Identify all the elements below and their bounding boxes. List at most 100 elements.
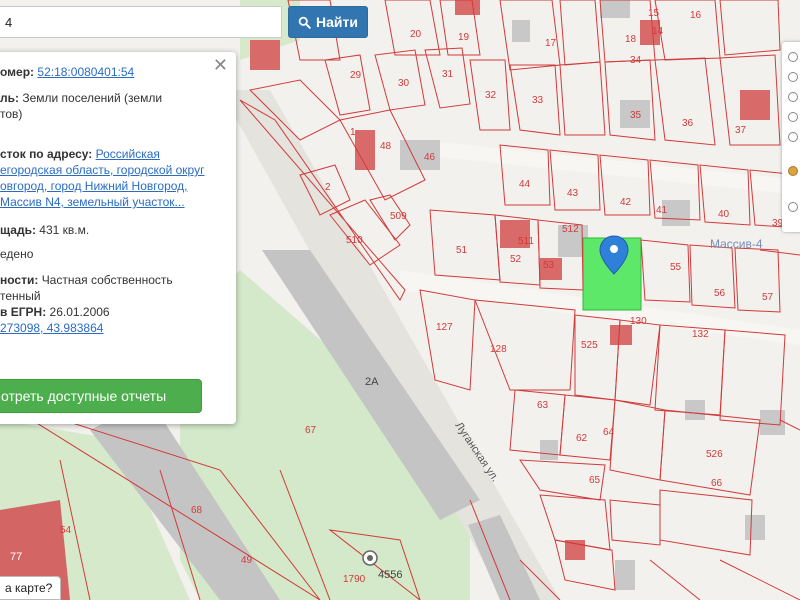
area-value: 431 кв.м. <box>39 223 90 237</box>
parcel-number-label: 51 <box>456 245 468 256</box>
parcel-number-label: 55 <box>670 262 682 273</box>
parcel-number-label: 132 <box>692 329 709 340</box>
parcel-number-label: 65 <box>589 475 601 486</box>
search-button-label: Найти <box>316 14 358 30</box>
parcel-number-label: 20 <box>410 29 422 40</box>
parcel-number-label: 63 <box>537 400 549 411</box>
parcel-number-label: 30 <box>398 78 410 89</box>
layer-option[interactable] <box>788 112 798 122</box>
category-value-cont: тов) <box>0 107 23 121</box>
ownership-value: Частная собственность <box>41 273 173 287</box>
parcel-number-label: 64 <box>603 427 615 438</box>
ownership-row-cont: тенный <box>0 288 216 304</box>
building <box>600 0 630 18</box>
parcel-number-label: 511 <box>518 236 534 247</box>
building <box>745 515 765 540</box>
search-button[interactable]: Найти <box>288 6 368 38</box>
category-row: ль: Земли поселений (земли <box>0 90 216 106</box>
category-value: Земли поселений (земли <box>22 91 163 105</box>
parcel-number-label: 35 <box>630 110 642 121</box>
building <box>455 0 480 15</box>
layer-option[interactable] <box>788 202 798 212</box>
parcel-number-label: 37 <box>735 125 747 136</box>
building <box>760 410 785 435</box>
egrn-date: 26.01.2006 <box>49 305 110 319</box>
parcel-number-label: 19 <box>458 32 470 43</box>
parcel-number-label: 33 <box>532 95 544 106</box>
building <box>512 20 530 42</box>
coords-link[interactable]: 273098, 43.983864 <box>0 321 103 335</box>
view-reports-button[interactable]: отреть доступные отчеты <box>0 379 202 413</box>
massiv-label: Массив-4 <box>710 237 763 251</box>
area-row: щадь: 431 кв.м. <box>0 222 216 238</box>
parcel-number-label: 62 <box>576 433 588 444</box>
parcel-number-label: 34 <box>630 55 642 66</box>
parcel-number-label: 128 <box>490 344 507 355</box>
parcel-number-label: 49 <box>241 555 253 566</box>
building <box>740 90 770 120</box>
parcel-number-label: 130 <box>630 316 647 327</box>
cadastral-number-link[interactable]: 52:18:0080401:54 <box>37 65 134 79</box>
layer-option[interactable] <box>788 52 798 62</box>
ownership-label: ности: <box>0 273 39 287</box>
parcel-number-label: 41 <box>656 205 668 216</box>
building <box>610 325 632 345</box>
parcel-number-label: 17 <box>545 38 557 49</box>
map-help-hint[interactable]: а карте? <box>0 576 62 600</box>
parcel-number-label: 2 <box>325 182 331 193</box>
status-row: едено <box>0 246 216 262</box>
layer-option[interactable] <box>788 92 798 102</box>
poi-icon <box>362 550 378 566</box>
parcel-number-label: 15 <box>648 8 660 19</box>
cadastral-number-label: омер: <box>0 65 35 79</box>
layer-option-selected[interactable] <box>788 166 798 176</box>
address-link-2[interactable]: егородская область, городской округ <box>0 163 204 177</box>
parcel-number-label: 18 <box>625 34 637 45</box>
parcel-number-label: 46 <box>424 152 436 163</box>
layer-control[interactable] <box>782 42 800 232</box>
building <box>565 540 585 560</box>
building <box>540 440 558 460</box>
cadastral-number-row: омер: 52:18:0080401:54 <box>0 64 216 80</box>
parcel-number-label: 14 <box>652 26 664 37</box>
parcel-number-label: 127 <box>436 322 453 333</box>
house-label-2a: 2А <box>365 376 379 388</box>
egrn-row: в ЕГРН: 26.01.2006 <box>0 304 216 320</box>
building <box>615 560 635 590</box>
parcel-number-label: 36 <box>682 118 694 129</box>
address-link-3[interactable]: овгород, город Нижний Новгород, <box>0 179 187 193</box>
parcel-number-label: 31 <box>442 69 454 80</box>
ownership-value-cont: тенный <box>0 289 41 303</box>
parcel-number-label: 510 <box>346 235 363 246</box>
house-label-1790: 1790 <box>343 574 366 585</box>
search-icon <box>298 16 311 29</box>
category-label: ль: <box>0 91 19 105</box>
layer-option[interactable] <box>788 132 798 142</box>
parcel-number-label: 1 <box>350 127 356 138</box>
parcel-number-label: 57 <box>762 292 774 303</box>
search-input[interactable] <box>0 6 282 38</box>
address-link-1[interactable]: Российская <box>96 147 160 161</box>
parcel-number-label: 32 <box>485 90 497 101</box>
area-label: щадь: <box>0 223 36 237</box>
parcel-number-label: 66 <box>711 478 723 489</box>
parcel-number-label: 43 <box>567 188 579 199</box>
parcel-number-label: 54 <box>60 525 72 536</box>
parcel-number-label: 16 <box>690 10 702 21</box>
address-line-4: Массив N4, земельный участок... <box>0 194 216 210</box>
ownership-row: ности: Частная собственность <box>0 272 216 288</box>
layer-option[interactable] <box>788 72 798 82</box>
parcel-number-label: 512 <box>562 224 579 235</box>
building <box>250 40 280 70</box>
parcel-number-label: 56 <box>714 288 726 299</box>
parcel-number-label: 53 <box>543 260 555 271</box>
address-link-4[interactable]: Массив N4, земельный участок... <box>0 195 185 209</box>
coords-row: 273098, 43.983864 <box>0 320 216 336</box>
parcel-number-label: 68 <box>191 505 203 516</box>
parcel-number-label: 29 <box>350 70 362 81</box>
parcel-info-panel: ✕ омер: 52:18:0080401:54 ль: Земли посел… <box>0 52 236 424</box>
egrn-label: в ЕГРН: <box>0 305 47 319</box>
building <box>685 400 705 420</box>
status-value: едено <box>0 247 34 261</box>
parcel-number-label: 48 <box>380 141 392 152</box>
